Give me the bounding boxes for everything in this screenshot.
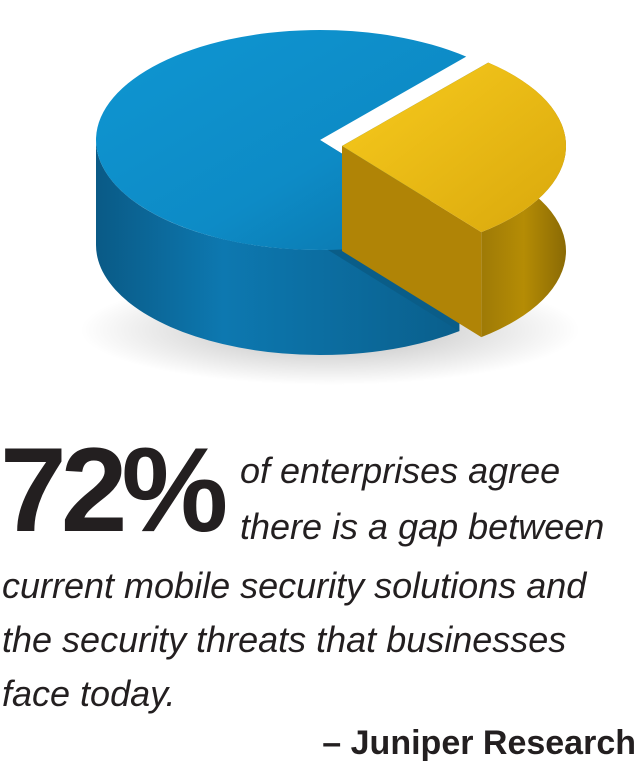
source-attribution: – Juniper Research (322, 724, 636, 762)
pie-slices (95, 29, 567, 355)
stat-text-line-1: of enterprises agree (240, 450, 561, 491)
stat-text-line-4: the security threats that businesses (2, 619, 567, 660)
pie-chart (80, 29, 580, 385)
stat-number: 72% (0, 423, 228, 557)
stat-text-line-5: face today. (2, 673, 176, 714)
stat-text-line-2: there is a gap between (240, 506, 605, 547)
stat-text-line-3: current mobile security solutions and (2, 565, 587, 606)
